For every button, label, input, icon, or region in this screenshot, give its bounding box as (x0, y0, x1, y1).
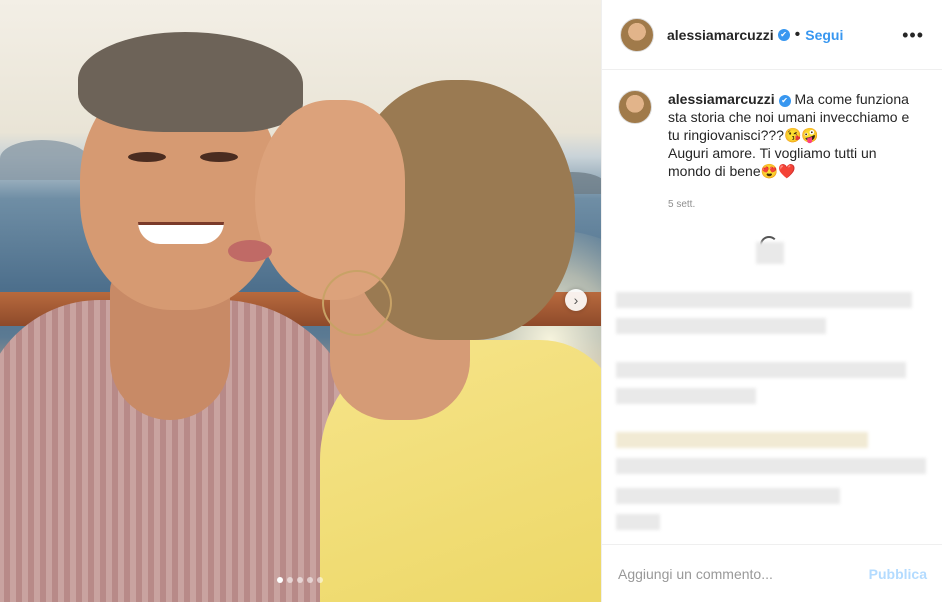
caption-username-link[interactable]: alessiamarcuzzi (668, 91, 775, 107)
caption-avatar[interactable] (618, 90, 652, 124)
hoop-earring (322, 270, 392, 336)
comment-input[interactable] (618, 565, 869, 582)
post-header: alessiamarcuzzi ✔ • Segui ••• (602, 0, 942, 70)
blurred-comment (616, 458, 926, 474)
caption-comment: alessiamarcuzzi ✔ Ma come funziona sta st… (602, 70, 942, 214)
caption-verified-badge-icon: ✔ (778, 95, 791, 107)
blurred-comment (616, 432, 868, 448)
tongue (228, 240, 272, 262)
avatar[interactable] (620, 17, 654, 52)
blurred-comment (616, 362, 906, 378)
caption-body: alessiamarcuzzi ✔ Ma come funziona sta st… (668, 90, 918, 214)
man-eye-right (200, 152, 238, 162)
carousel-dot (297, 577, 303, 583)
blurred-comment (616, 488, 840, 504)
distant-hills (0, 140, 90, 180)
more-options-icon[interactable]: ••• (902, 26, 924, 44)
woman-face (255, 100, 405, 300)
carousel-dot (287, 577, 293, 583)
comment-composer: Pubblica (602, 544, 942, 602)
publish-button[interactable]: Pubblica (869, 566, 927, 582)
carousel-dot (307, 577, 313, 583)
carousel-next-button[interactable]: › (565, 289, 587, 311)
follow-button[interactable]: Segui (805, 27, 843, 43)
blurred-comment (616, 318, 826, 334)
post-photo[interactable]: › (0, 0, 601, 602)
man-eye-left (128, 152, 166, 162)
post-side-panel: alessiamarcuzzi ✔ • Segui ••• alessiamar… (601, 0, 942, 602)
blurred-comment (616, 514, 660, 530)
username-link[interactable]: alessiamarcuzzi (667, 27, 774, 43)
separator-dot: • (794, 25, 801, 43)
carousel-dots (277, 577, 323, 583)
post-timestamp[interactable]: 5 sett. (668, 196, 918, 214)
verified-badge-icon: ✔ (777, 28, 790, 41)
blurred-comment (616, 388, 756, 404)
blurred-comment (616, 292, 912, 308)
carousel-dot (277, 577, 283, 583)
man-smile (138, 222, 224, 244)
man-hair (78, 32, 303, 132)
carousel-dot (317, 577, 323, 583)
chevron-right-icon: › (573, 292, 579, 308)
blurred-placeholder (756, 242, 784, 264)
caption-text-line2: Auguri amore. Ti vogliamo tutti un mondo… (668, 145, 877, 179)
